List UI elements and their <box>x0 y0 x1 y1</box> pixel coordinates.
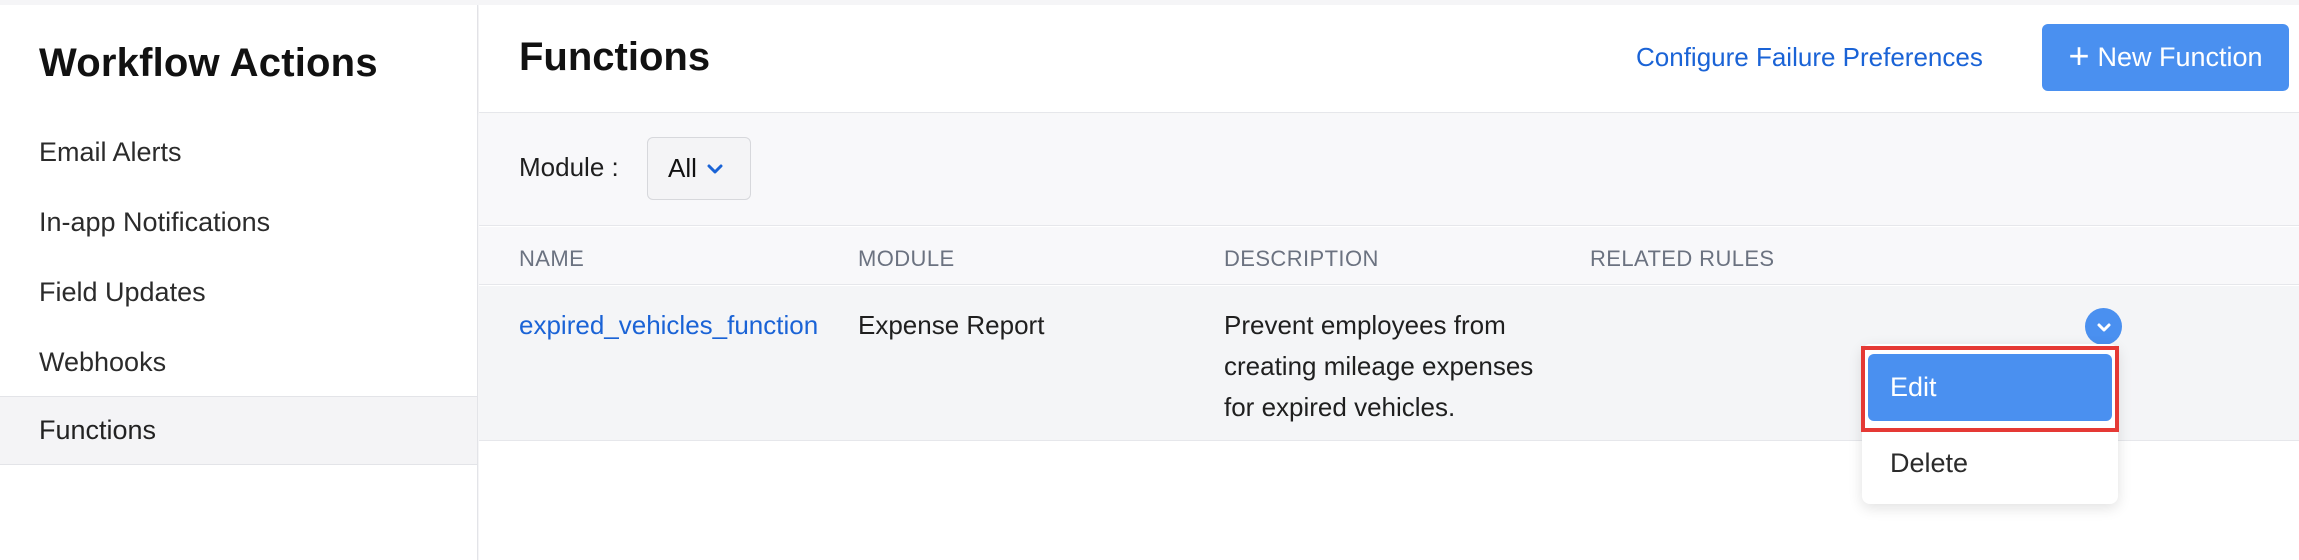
chevron-down-icon <box>707 164 723 173</box>
page-header: Functions Configure Failure Preferences … <box>479 5 2299 113</box>
new-function-label: New Function <box>2097 42 2263 72</box>
new-function-button[interactable]: + New Function <box>2042 24 2289 91</box>
module-select[interactable]: All <box>647 137 751 200</box>
sidebar: Workflow Actions Email Alerts In-app Not… <box>0 5 478 560</box>
delete-menu-item[interactable]: Delete <box>1868 433 2112 493</box>
column-header-description: DESCRIPTION <box>1224 246 1379 271</box>
row-actions-menu: Edit Delete <box>1862 344 2118 504</box>
sidebar-title: Workflow Actions <box>39 41 378 85</box>
column-header-related-rules: RELATED RULES <box>1590 246 1775 271</box>
table-header: NAME MODULE DESCRIPTION RELATED RULES <box>479 227 2299 285</box>
function-module: Expense Report <box>858 310 1045 340</box>
function-name-link[interactable]: expired_vehicles_function <box>519 305 859 346</box>
column-header-module: MODULE <box>858 246 955 271</box>
configure-failure-preferences-link[interactable]: Configure Failure Preferences <box>1636 42 1983 73</box>
chevron-down-icon <box>2097 323 2110 331</box>
sidebar-item-webhooks[interactable]: Webhooks <box>0 328 477 397</box>
row-actions-toggle[interactable] <box>2085 308 2122 345</box>
module-select-value: All <box>668 153 697 183</box>
page-title: Functions <box>519 35 711 79</box>
function-description: Prevent employees from creating mileage … <box>1224 310 1534 422</box>
sidebar-item-functions[interactable]: Functions <box>0 396 477 465</box>
edit-menu-item[interactable]: Edit <box>1868 354 2112 421</box>
module-filter-label: Module : <box>519 152 619 182</box>
sidebar-item-in-app-notifications[interactable]: In-app Notifications <box>0 188 477 257</box>
filter-bar: Module : All <box>479 114 2299 226</box>
column-header-name: NAME <box>519 246 585 271</box>
sidebar-item-email-alerts[interactable]: Email Alerts <box>0 118 477 187</box>
sidebar-item-field-updates[interactable]: Field Updates <box>0 258 477 327</box>
plus-icon: + <box>2068 34 2090 76</box>
